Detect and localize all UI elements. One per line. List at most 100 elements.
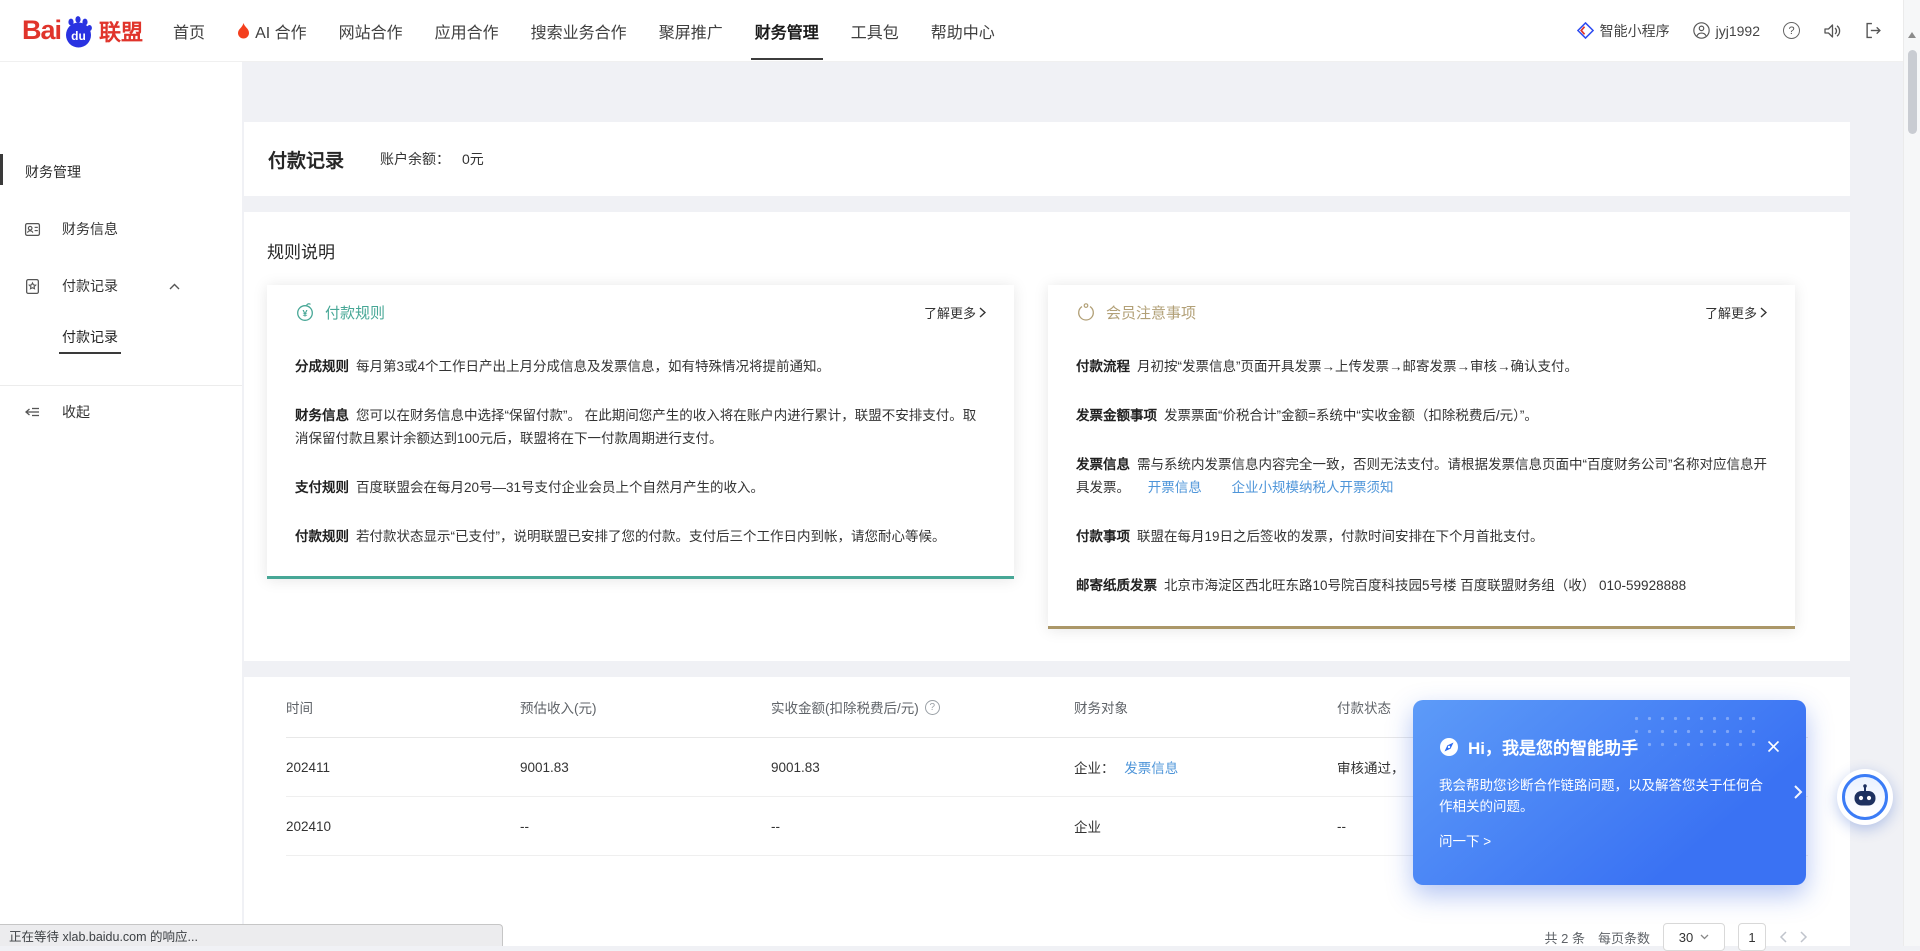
rule-paragraph: 发票金额事项发票票面“价税合计”金额=系统中“实收金额（扣除税费后/元）”。: [1076, 404, 1767, 427]
smart-miniprogram-entry[interactable]: 智能小程序: [1577, 21, 1670, 41]
nav-item-website[interactable]: 网站合作: [339, 0, 403, 62]
cell-entity: 企业： 发票信息: [1074, 757, 1337, 777]
coin-yen-icon: ¥: [295, 302, 315, 322]
nav-item-home[interactable]: 首页: [173, 0, 205, 62]
page-size-select[interactable]: 30: [1663, 923, 1725, 951]
nav-item-help-center[interactable]: 帮助中心: [931, 0, 995, 62]
sidebar-item-payment-records[interactable]: 付款记录: [0, 276, 242, 296]
scroll-up-arrow-icon[interactable]: [1908, 32, 1916, 38]
invoice-info-link[interactable]: 开票信息: [1148, 480, 1202, 495]
collapse-arrow-icon: [23, 404, 41, 420]
assistant-message: 我会帮助您诊断合作链路问题，以及解答您关于任何合作相关的问题。: [1439, 775, 1775, 817]
logo-text-union: 联盟: [99, 15, 143, 47]
cell-entity: 企业: [1074, 816, 1337, 836]
speaker-icon[interactable]: [1823, 22, 1842, 40]
ask-now-link[interactable]: 问一下 >: [1439, 830, 1491, 850]
small-taxpayer-invoice-notice-link[interactable]: 企业小规模纳税人开票须知: [1232, 480, 1394, 495]
nav-item-search-business[interactable]: 搜索业务合作: [531, 0, 627, 62]
close-icon[interactable]: [1767, 740, 1780, 753]
chevron-down-icon: [1700, 934, 1709, 940]
rule-paragraph: 支付规则百度联盟会在每月20号—31号支付企业会员上个自然月产生的收入。: [295, 476, 986, 499]
robot-face-icon: [1842, 774, 1888, 820]
rule-paragraph: 分成规则每月第3或4个工作日产出上月分成信息及发票信息，如有特殊情况将提前通知。: [295, 355, 986, 378]
popup-tail-chevron-icon: [1793, 784, 1803, 800]
page-size-label: 每页条数: [1598, 928, 1650, 947]
page-number-button[interactable]: 1: [1738, 923, 1766, 951]
balance-label: 账户余额：: [380, 149, 450, 169]
rule-paragraph: 付款规则若付款状态显示“已支付”，说明联盟已安排了您的付款。支付后三个工作日内到…: [295, 525, 986, 548]
cell-actual: --: [771, 819, 1074, 834]
assistant-robot-button[interactable]: [1837, 769, 1893, 825]
column-actual-amount: 实收金额(扣除税费后/元) ?: [771, 697, 1074, 717]
rule-paragraph: 发票信息需与系统内发票信息内容完全一致，否则无法支付。请根据发票信息页面中“百度…: [1076, 453, 1767, 499]
diamond-miniprogram-icon: [1577, 22, 1594, 39]
browser-status-bar: 正在等待 xlab.baidu.com 的响应...: [0, 924, 503, 946]
status-text: 正在等待 xlab.baidu.com 的响应...: [9, 926, 198, 945]
pagination: 共 2 条 每页条数 30 1: [1545, 923, 1808, 951]
logout-icon[interactable]: [1865, 22, 1882, 39]
sidebar-divider: [0, 385, 242, 386]
sidebar: 财务管理 财务信息 付款记录 付款记录 收起: [0, 62, 242, 946]
member-notes-card-title: 会员注意事项: [1106, 302, 1196, 323]
chevron-right-icon: [1760, 307, 1767, 318]
rule-paragraph: 邮寄纸质发票北京市海淀区西北旺东路10号院百度科技园5号楼 百度联盟财务组（收）…: [1076, 574, 1767, 597]
previous-page-icon[interactable]: [1779, 931, 1787, 943]
payment-records-badge-icon: [24, 278, 41, 295]
baidu-union-logo[interactable]: Bai du 联盟: [22, 13, 143, 49]
sidebar-subitem-payment-records[interactable]: 付款记录: [0, 327, 242, 347]
column-finance-entity: 财务对象: [1074, 697, 1337, 717]
nav-menu: 首页 AI 合作 网站合作 应用合作 搜索业务合作 聚屏推广 财务管理 工具包 …: [173, 0, 995, 62]
rule-paragraph: 财务信息您可以在财务信息中选择“保留付款”。 在此期间您产生的收入将在账户内进行…: [295, 404, 986, 450]
page-title: 付款记录: [268, 146, 344, 173]
next-page-icon[interactable]: [1800, 931, 1808, 943]
svg-text:du: du: [71, 29, 86, 43]
assistant-popup: Hi，我是您的智能助手 我会帮助您诊断合作链路问题，以及解答您关于任何合作相关的…: [1413, 700, 1806, 885]
nav-item-toolkit[interactable]: 工具包: [851, 0, 899, 62]
top-navigation: Bai du 联盟 首页 AI 合作 网站合作 应用合作 搜索业务合作 聚屏推广…: [0, 0, 1920, 62]
cell-estimated: --: [520, 819, 771, 834]
rule-paragraph: 付款流程月初按“发票信息”页面开具发票→上传发票→邮寄发票→审核→确认支付。: [1076, 355, 1767, 378]
payment-rules-card-title: 付款规则: [325, 302, 385, 323]
member-circle-icon: [1076, 302, 1096, 322]
column-time: 时间: [286, 697, 520, 717]
member-notes-card: 会员注意事项 了解更多 付款流程月初按“发票信息”页面开具发票→上传发票→邮寄发…: [1048, 285, 1795, 629]
nav-item-juping[interactable]: 聚屏推广: [659, 0, 723, 62]
nav-item-finance[interactable]: 财务管理: [755, 0, 819, 62]
help-icon[interactable]: ?: [1783, 22, 1800, 39]
user-account[interactable]: jyj1992: [1693, 22, 1760, 39]
member-notes-more-link[interactable]: 了解更多: [1705, 303, 1767, 322]
vertical-scrollbar[interactable]: [1903, 0, 1920, 946]
sidebar-collapse-button[interactable]: 收起: [0, 402, 242, 422]
cell-time: 202410: [286, 819, 520, 834]
chevron-right-icon: [979, 307, 986, 318]
column-estimated-income: 预估收入(元): [520, 697, 771, 717]
user-icon: [1693, 22, 1710, 39]
column-help-icon[interactable]: ?: [925, 700, 940, 715]
finance-info-card-icon: [24, 221, 41, 238]
rule-paragraph: 付款事项联盟在每月19日之后签收的发票，付款时间安排在下个月首批支付。: [1076, 525, 1767, 548]
page-header-card: 付款记录 账户余额： 0元: [244, 122, 1850, 196]
sidebar-item-finance-info[interactable]: 财务信息: [0, 219, 242, 239]
nav-right-group: 智能小程序 jyj1992 ?: [1577, 21, 1882, 41]
compass-icon: [1439, 737, 1459, 757]
cell-actual: 9001.83: [771, 760, 1074, 775]
chevron-up-icon[interactable]: [169, 283, 180, 290]
assistant-title: Hi，我是您的智能助手: [1468, 734, 1638, 759]
sidebar-section-title: 财务管理: [0, 162, 242, 182]
nav-item-app[interactable]: 应用合作: [435, 0, 499, 62]
flame-icon: [237, 23, 250, 39]
invoice-info-cell-link[interactable]: 发票信息: [1124, 761, 1178, 776]
logo-text-bai: Bai: [22, 15, 61, 46]
nav-item-ai[interactable]: AI 合作: [237, 0, 307, 62]
rules-section-title: 规则说明: [267, 238, 1850, 263]
payment-rules-more-link[interactable]: 了解更多: [924, 303, 986, 322]
cell-time: 202411: [286, 760, 520, 775]
scrollbar-thumb[interactable]: [1908, 50, 1917, 134]
pagination-total: 共 2 条: [1545, 928, 1585, 947]
cell-estimated: 9001.83: [520, 760, 771, 775]
payment-rules-card: ¥ 付款规则 了解更多 分成规则每月第3或4个工作日产出上月分成信息及发票信息，…: [267, 285, 1014, 579]
baidu-paw-icon: du: [61, 13, 97, 49]
rules-section: 规则说明 ¥ 付款规则 了解更多 分成规则每月第3或4个工作日产出上月分成信息及…: [244, 212, 1850, 661]
balance-value: 0元: [462, 149, 484, 169]
svg-text:¥: ¥: [302, 309, 307, 319]
